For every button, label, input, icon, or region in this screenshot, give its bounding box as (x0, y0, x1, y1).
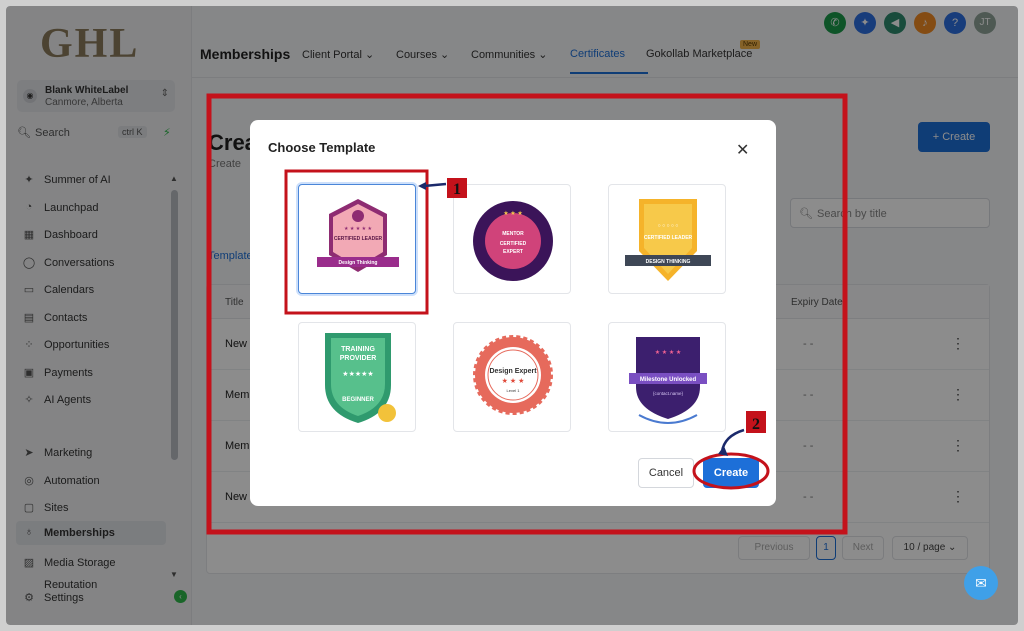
svg-text:CERTIFIED LEADER: CERTIFIED LEADER (644, 235, 693, 241)
template-badge-image: CERTIFIED LEADER Design Thinking ★ ★ ★ ★… (317, 199, 399, 272)
support-chat-button[interactable]: ✉ (964, 566, 998, 600)
template-card-training-provider[interactable]: TRAINING PROVIDER ★★★★★ BEGINNER (298, 322, 416, 432)
template-card-certified-leader-gold[interactable]: ○ ○ ○ ○ ○ CERTIFIED LEADER DESIGN THINKI… (608, 184, 726, 294)
app-window: GHL ◉ Blank WhiteLabel Canmore, Alberta … (6, 6, 1018, 625)
svg-text:Design Expert: Design Expert (489, 368, 537, 375)
choose-template-modal: Choose Template ✕ CERTIFIED LEADER Desig… (250, 120, 776, 506)
modal-title: Choose Template (268, 140, 376, 155)
svg-text:Level 1: Level 1 (507, 388, 521, 393)
svg-text:★ ★ ★: ★ ★ ★ (502, 377, 525, 385)
template-badge-image: TRAINING PROVIDER ★★★★★ BEGINNER (325, 333, 396, 423)
svg-text:{contact.name}: {contact.name} (653, 391, 684, 396)
cancel-button[interactable]: Cancel (638, 458, 694, 488)
svg-text:★ ★ ★: ★ ★ ★ (503, 210, 522, 217)
svg-text:DESIGN THINKING: DESIGN THINKING (646, 259, 691, 265)
svg-text:★ ★ ★ ★: ★ ★ ★ ★ (655, 349, 682, 356)
modal-create-button[interactable]: Create (703, 458, 759, 488)
close-icon[interactable]: ✕ (736, 140, 749, 160)
svg-text:TRAINING: TRAINING (341, 346, 375, 353)
svg-text:CERTIFIED: CERTIFIED (500, 241, 527, 247)
template-badge-image: ★ ★ ★ MENTOR CERTIFIED EXPERT (473, 201, 553, 281)
template-badge-image: ○ ○ ○ ○ ○ CERTIFIED LEADER DESIGN THINKI… (625, 199, 711, 281)
template-card-design-expert[interactable]: Design Expert ★ ★ ★ Level 1 (453, 322, 571, 432)
template-card-mentor[interactable]: ★ ★ ★ MENTOR CERTIFIED EXPERT (453, 184, 571, 294)
svg-text:PROVIDER: PROVIDER (340, 355, 377, 362)
svg-text:MENTOR: MENTOR (502, 231, 524, 237)
svg-text:Milestone Unlocked: Milestone Unlocked (640, 377, 697, 383)
svg-text:○ ○ ○ ○ ○: ○ ○ ○ ○ ○ (658, 223, 679, 229)
template-card-certified-leader[interactable]: CERTIFIED LEADER Design Thinking ★ ★ ★ ★… (298, 184, 416, 294)
svg-text:★★★★★: ★★★★★ (342, 370, 373, 378)
svg-text:CERTIFIED LEADER: CERTIFIED LEADER (334, 236, 383, 242)
template-badge-image: Design Expert ★ ★ ★ Level 1 (473, 335, 553, 415)
template-badge-image: ★ ★ ★ ★ Milestone Unlocked {contact.name… (629, 337, 707, 424)
svg-text:★ ★ ★ ★ ★: ★ ★ ★ ★ ★ (344, 226, 372, 232)
svg-text:BEGINNER: BEGINNER (342, 397, 374, 403)
svg-text:Design Thinking: Design Thinking (339, 260, 378, 266)
svg-text:EXPERT: EXPERT (503, 249, 523, 255)
template-card-milestone-unlocked[interactable]: ★ ★ ★ ★ Milestone Unlocked {contact.name… (608, 322, 726, 432)
